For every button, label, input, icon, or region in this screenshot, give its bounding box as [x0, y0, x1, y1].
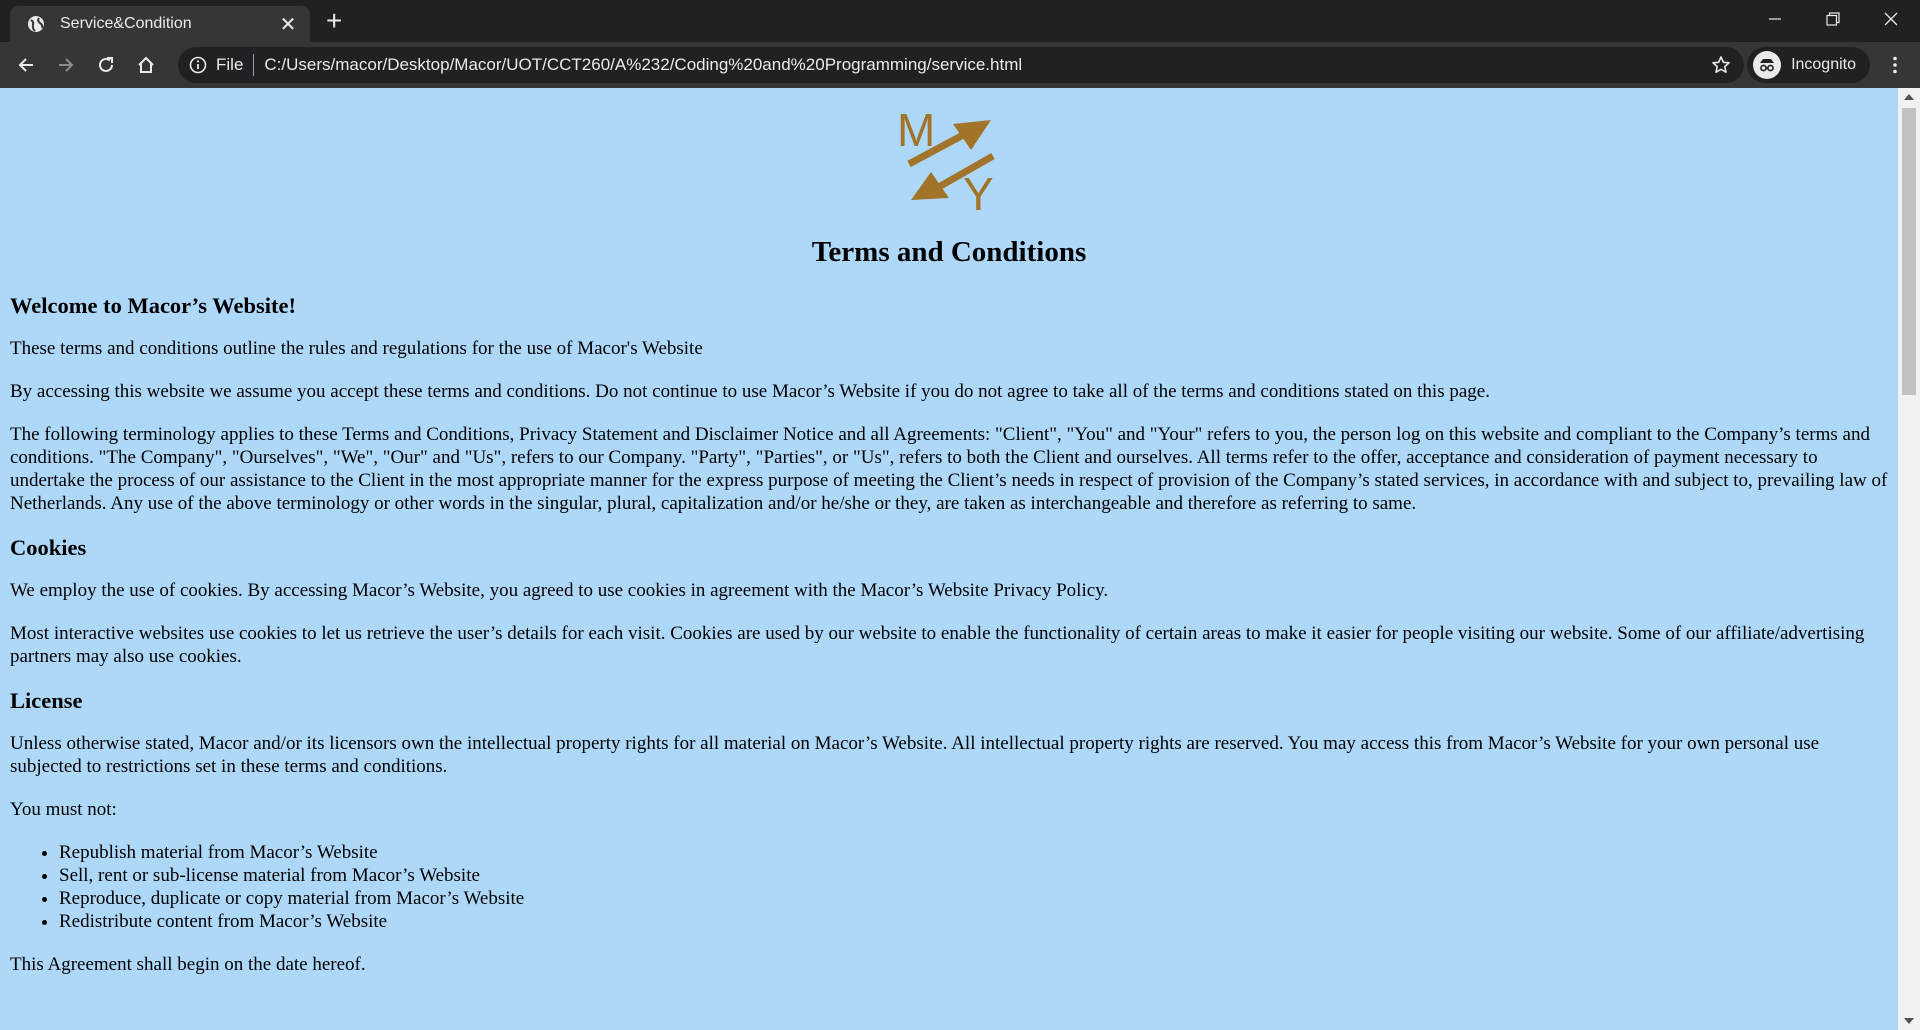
site-logo: M Y	[10, 88, 1888, 220]
menu-button[interactable]	[1880, 50, 1910, 80]
list-item: Sell, rent or sub-license material from …	[59, 864, 1888, 887]
list-item: Republish material from Macor’s Website	[59, 841, 1888, 864]
info-icon[interactable]	[188, 55, 208, 75]
kebab-menu-icon	[1893, 56, 1897, 74]
minimize-button[interactable]	[1746, 0, 1804, 38]
globe-icon	[26, 14, 46, 34]
agreement-paragraph: This Agreement shall begin on the date h…	[10, 954, 366, 975]
page-title: Terms and Conditions	[811, 236, 1087, 268]
address-divider	[253, 54, 255, 76]
page-viewport: M Y Terms and Conditions Welcome to Maco…	[0, 88, 1920, 1030]
incognito-icon	[1753, 51, 1782, 79]
window-controls	[1746, 0, 1920, 38]
incognito-indicator[interactable]: Incognito	[1747, 47, 1870, 83]
home-button[interactable]	[126, 45, 166, 85]
bookmark-star-icon[interactable]	[1706, 50, 1736, 80]
welcome-heading: Welcome to Macor’s Website!	[10, 293, 296, 318]
scroll-up-arrow-icon[interactable]	[1898, 90, 1920, 104]
license-paragraph: Unless otherwise stated, Macor and/or it…	[10, 733, 1820, 777]
scrollbar-thumb[interactable]	[1902, 108, 1916, 395]
vertical-scrollbar[interactable]	[1898, 88, 1920, 1030]
new-tab-button[interactable]: +	[326, 7, 342, 35]
welcome-paragraph-2: By accessing this website we assume you …	[10, 381, 1490, 402]
back-button[interactable]	[6, 45, 46, 85]
back-arrow-icon	[18, 58, 33, 72]
address-url[interactable]: C:/Users/macor/Desktop/Macor/UOT/CCT260/…	[264, 55, 1706, 75]
reload-icon	[99, 57, 113, 72]
page-content: M Y Terms and Conditions Welcome to Maco…	[0, 88, 1898, 996]
my-logo-icon: M Y	[897, 104, 995, 220]
browser-tab[interactable]: Service&Condition ✕	[10, 6, 310, 42]
license-heading: License	[10, 688, 83, 713]
must-not-list: Republish material from Macor’s Website …	[10, 841, 1888, 933]
forward-arrow-icon	[59, 58, 74, 72]
browser-toolbar: File C:/Users/macor/Desktop/Macor/UOT/CC…	[0, 42, 1920, 88]
cookies-paragraph-2: Most interactive websites use cookies to…	[10, 623, 1865, 667]
svg-text:M: M	[897, 106, 935, 156]
home-icon	[138, 56, 154, 73]
incognito-label: Incognito	[1791, 56, 1856, 73]
tab-strip: Service&Condition ✕ +	[0, 0, 1920, 42]
terminology-paragraph: The following terminology applies to the…	[10, 424, 1888, 514]
close-window-button[interactable]	[1862, 0, 1920, 38]
close-tab-icon[interactable]: ✕	[276, 12, 300, 37]
cookies-heading: Cookies	[10, 535, 87, 560]
list-item: Reproduce, duplicate or copy material fr…	[59, 887, 1888, 910]
cookies-paragraph-1: We employ the use of cookies. By accessi…	[10, 580, 1109, 601]
address-scheme: File	[216, 55, 244, 74]
welcome-paragraph-1: These terms and conditions outline the r…	[10, 338, 703, 359]
forward-button[interactable]	[46, 45, 86, 85]
reload-button[interactable]	[86, 45, 126, 85]
list-item: Redistribute content from Macor’s Websit…	[59, 910, 1888, 933]
scroll-down-arrow-icon[interactable]	[1898, 1014, 1920, 1028]
restore-button[interactable]	[1804, 0, 1862, 38]
must-not-label: You must not:	[10, 799, 117, 820]
address-bar[interactable]: File C:/Users/macor/Desktop/Macor/UOT/CC…	[178, 47, 1744, 83]
tab-title: Service&Condition	[60, 15, 192, 32]
svg-text:Y: Y	[963, 168, 994, 214]
